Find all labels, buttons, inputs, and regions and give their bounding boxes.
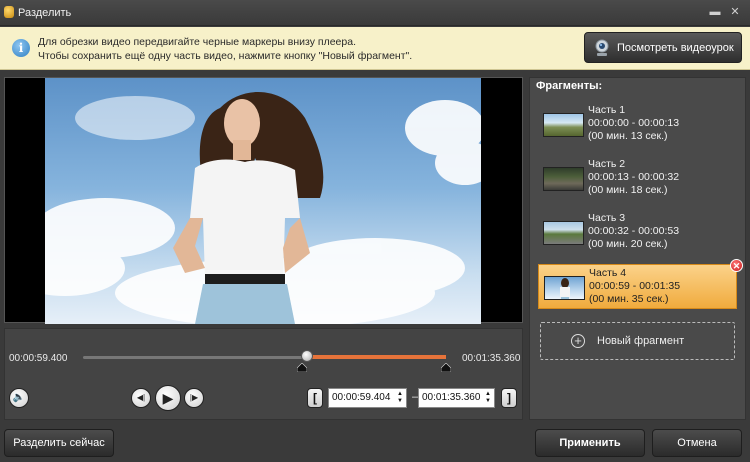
fragment-name: Часть 2	[588, 158, 626, 170]
plus-icon: +	[571, 334, 585, 348]
video-frame	[45, 78, 481, 324]
start-time-input[interactable]: 00:00:59.404 ▲ ▼	[328, 388, 407, 408]
set-end-button[interactable]: ]	[501, 388, 517, 408]
fragment-duration: (00 мин. 18 сек.)	[588, 184, 668, 196]
end-time-label: 00:01:35.360	[462, 353, 521, 364]
current-time-label: 00:00:59.400	[9, 353, 68, 364]
info-icon: i	[12, 39, 30, 57]
set-start-button[interactable]: [	[307, 388, 323, 408]
end-time-input[interactable]: 00:01:35.360 ▲ ▼	[418, 388, 495, 408]
spin-down-icon: ▼	[397, 398, 403, 404]
spin-up-icon: ▲	[485, 391, 491, 397]
split-now-button[interactable]: Разделить сейчас	[4, 429, 114, 457]
step-forward-icon: |▶	[189, 393, 199, 402]
minimize-button[interactable]: ▬	[708, 5, 722, 19]
title-bar: Разделить ▬ ✕	[0, 0, 750, 26]
webcam-icon	[595, 39, 609, 56]
fragment-range: 00:00:32 - 00:00:53	[588, 225, 680, 237]
play-icon: ▶	[162, 390, 174, 406]
fragment-name: Часть 1	[588, 104, 626, 116]
fragment-thumbnail	[543, 221, 584, 245]
fragment-thumbnail	[543, 167, 584, 191]
fragment-thumbnail-figure	[560, 278, 570, 299]
start-marker-icon[interactable]	[297, 363, 307, 372]
fragments-title: Фрагменты:	[536, 80, 603, 92]
fragment-duration: (00 мин. 20 сек.)	[588, 238, 668, 250]
fragment-item-active[interactable]: Часть 4 00:00:59 - 00:01:35 (00 мин. 35 …	[538, 259, 743, 309]
fragment-range: 00:00:13 - 00:00:32	[588, 171, 680, 183]
step-back-icon: ◀|	[136, 393, 146, 402]
fragment-duration: (00 мин. 13 сек.)	[588, 130, 668, 142]
end-time-value: 00:01:35.360	[422, 392, 481, 403]
previous-frame-button[interactable]: ◀|	[131, 388, 151, 408]
watch-tutorial-button[interactable]: Посмотреть видеоурок	[584, 32, 742, 63]
fragment-name: Часть 4	[589, 267, 627, 279]
fragment-item[interactable]: Часть 1 00:00:00 - 00:00:13 (00 мин. 13 …	[538, 102, 737, 147]
player-controls: 00:00:59.400 00:01:35.360 🔈 ◀| ▶ |▶ [ 00…	[4, 328, 523, 420]
volume-button[interactable]: 🔈	[9, 388, 29, 408]
spin-down-icon: ▼	[485, 398, 491, 404]
start-time-spinner[interactable]: ▲ ▼	[396, 391, 404, 405]
speaker-icon: 🔈	[12, 392, 26, 403]
next-frame-button[interactable]: |▶	[184, 388, 204, 408]
watch-tutorial-label: Посмотреть видеоурок	[617, 42, 734, 54]
fragment-range: 00:00:00 - 00:00:13	[588, 117, 680, 129]
video-preview-image	[45, 91, 481, 324]
fragment-item[interactable]: Часть 3 00:00:32 - 00:00:53 (00 мин. 20 …	[538, 210, 737, 255]
play-button[interactable]: ▶	[155, 385, 181, 411]
video-player[interactable]	[4, 77, 523, 324]
fragment-thumbnail	[543, 113, 584, 137]
end-marker-icon[interactable]	[441, 363, 451, 372]
info-bar: i Для обрезки видео передвигайте черные …	[0, 27, 750, 70]
info-text-line1: Для обрезки видео передвигайте черные ма…	[38, 36, 356, 48]
delete-fragment-icon[interactable]: ✕	[730, 259, 743, 272]
fragment-item[interactable]: Часть 2 00:00:13 - 00:00:32 (00 мин. 18 …	[538, 156, 737, 201]
fragment-name: Часть 3	[588, 212, 626, 224]
new-fragment-label: Новый фрагмент	[597, 335, 685, 347]
info-text-line2: Чтобы сохранить ещё одну часть видео, на…	[38, 50, 413, 62]
apply-button[interactable]: Применить	[535, 429, 645, 457]
end-time-spinner[interactable]: ▲ ▼	[484, 391, 492, 405]
fragment-range: 00:00:59 - 00:01:35	[589, 280, 681, 292]
timeline-selection	[308, 355, 446, 359]
spin-up-icon: ▲	[397, 391, 403, 397]
fragment-thumbnail	[544, 276, 585, 300]
cancel-button[interactable]: Отмена	[652, 429, 742, 457]
new-fragment-button[interactable]: + Новый фрагмент	[540, 322, 735, 360]
timeline-playhead[interactable]	[301, 350, 313, 362]
close-button[interactable]: ✕	[728, 5, 742, 19]
app-icon	[4, 6, 14, 18]
start-time-value: 00:00:59.404	[332, 392, 391, 403]
fragment-duration: (00 мин. 35 сек.)	[589, 293, 669, 305]
fragments-panel: Фрагменты: Часть 1 00:00:00 - 00:00:13 (…	[529, 77, 746, 420]
window-title: Разделить	[18, 7, 72, 19]
